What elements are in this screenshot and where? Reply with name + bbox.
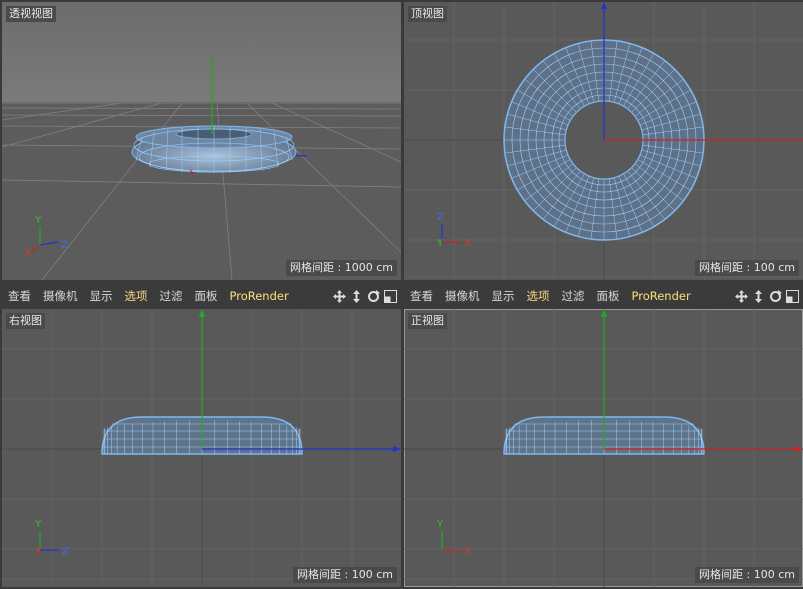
zoom-view-icon[interactable]	[752, 289, 765, 303]
menu-panel[interactable]: 面板	[189, 288, 224, 304]
svg-text:Z: Z	[62, 546, 69, 557]
viewport-label-right: 右视图	[6, 313, 45, 329]
svg-text:Y: Y	[34, 519, 42, 530]
menu-options[interactable]: 选项	[521, 288, 556, 304]
right-scene: Y Z X	[2, 309, 401, 587]
menu-prorender[interactable]: ProRender	[626, 289, 697, 303]
viewport-perspective[interactable]: Y Z X 透视视图 网格间距 : 1000 cm	[2, 2, 401, 280]
top-scene: Z Y X	[404, 2, 803, 280]
svg-text:X: X	[464, 546, 471, 557]
svg-text:X: X	[24, 248, 31, 259]
move-view-icon[interactable]	[735, 289, 748, 303]
rotate-view-icon[interactable]	[769, 289, 782, 303]
menu-view[interactable]: 查看	[2, 288, 37, 304]
zoom-view-icon[interactable]	[350, 289, 363, 303]
svg-text:Z: Z	[61, 240, 68, 251]
viewport-label-perspective: 透视视图	[6, 6, 56, 22]
grid-spacing-top: 网格间距 : 100 cm	[695, 260, 799, 276]
viewport-nav-icons	[333, 289, 401, 303]
viewport-menubar-right: 查看 摄像机 显示 选项 过滤 面板 ProRender	[404, 284, 803, 308]
perspective-scene: Y Z X	[2, 2, 401, 280]
move-view-icon[interactable]	[333, 289, 346, 303]
front-axis-gizmo: Y X	[436, 519, 471, 557]
svg-text:Y: Y	[34, 215, 42, 226]
toggle-layout-icon[interactable]	[384, 289, 397, 303]
menu-camera[interactable]: 摄像机	[439, 288, 486, 304]
svg-text:X: X	[35, 546, 42, 557]
svg-text:Y: Y	[436, 238, 444, 249]
menu-filter[interactable]: 过滤	[556, 288, 591, 304]
menu-display[interactable]: 显示	[486, 288, 521, 304]
right-axis-gizmo: Y Z X	[34, 519, 69, 557]
grid-spacing-front: 网格间距 : 100 cm	[695, 567, 799, 583]
grid-spacing-right: 网格间距 : 100 cm	[293, 567, 397, 583]
viewport-label-top: 顶视图	[408, 6, 447, 22]
svg-text:X: X	[464, 238, 471, 249]
menu-prorender[interactable]: ProRender	[224, 289, 295, 303]
menu-camera[interactable]: 摄像机	[37, 288, 84, 304]
viewport-top[interactable]: Z Y X 顶视图 网格间距 : 100 cm	[404, 2, 803, 280]
svg-text:Y: Y	[436, 519, 444, 530]
menu-panel[interactable]: 面板	[591, 288, 626, 304]
menu-display[interactable]: 显示	[84, 288, 119, 304]
toggle-layout-icon[interactable]	[786, 289, 799, 303]
grid-spacing-perspective: 网格间距 : 1000 cm	[286, 260, 397, 276]
viewport-menubar-left: 查看 摄像机 显示 选项 过滤 面板 ProRender	[2, 284, 401, 308]
menu-filter[interactable]: 过滤	[154, 288, 189, 304]
viewport-label-front: 正视图	[408, 313, 447, 329]
menu-options[interactable]: 选项	[119, 288, 154, 304]
menu-view[interactable]: 查看	[404, 288, 439, 304]
rotate-view-icon[interactable]	[367, 289, 380, 303]
front-scene: Y X	[404, 309, 803, 587]
viewport-nav-icons	[735, 289, 803, 303]
viewport-right[interactable]: Y Z X 右视图 网格间距 : 100 cm	[2, 309, 401, 587]
top-axis-gizmo: Z Y X	[436, 212, 471, 249]
viewport-front[interactable]: Y X 正视图 网格间距 : 100 cm	[404, 309, 803, 587]
svg-text:Z: Z	[437, 212, 444, 223]
